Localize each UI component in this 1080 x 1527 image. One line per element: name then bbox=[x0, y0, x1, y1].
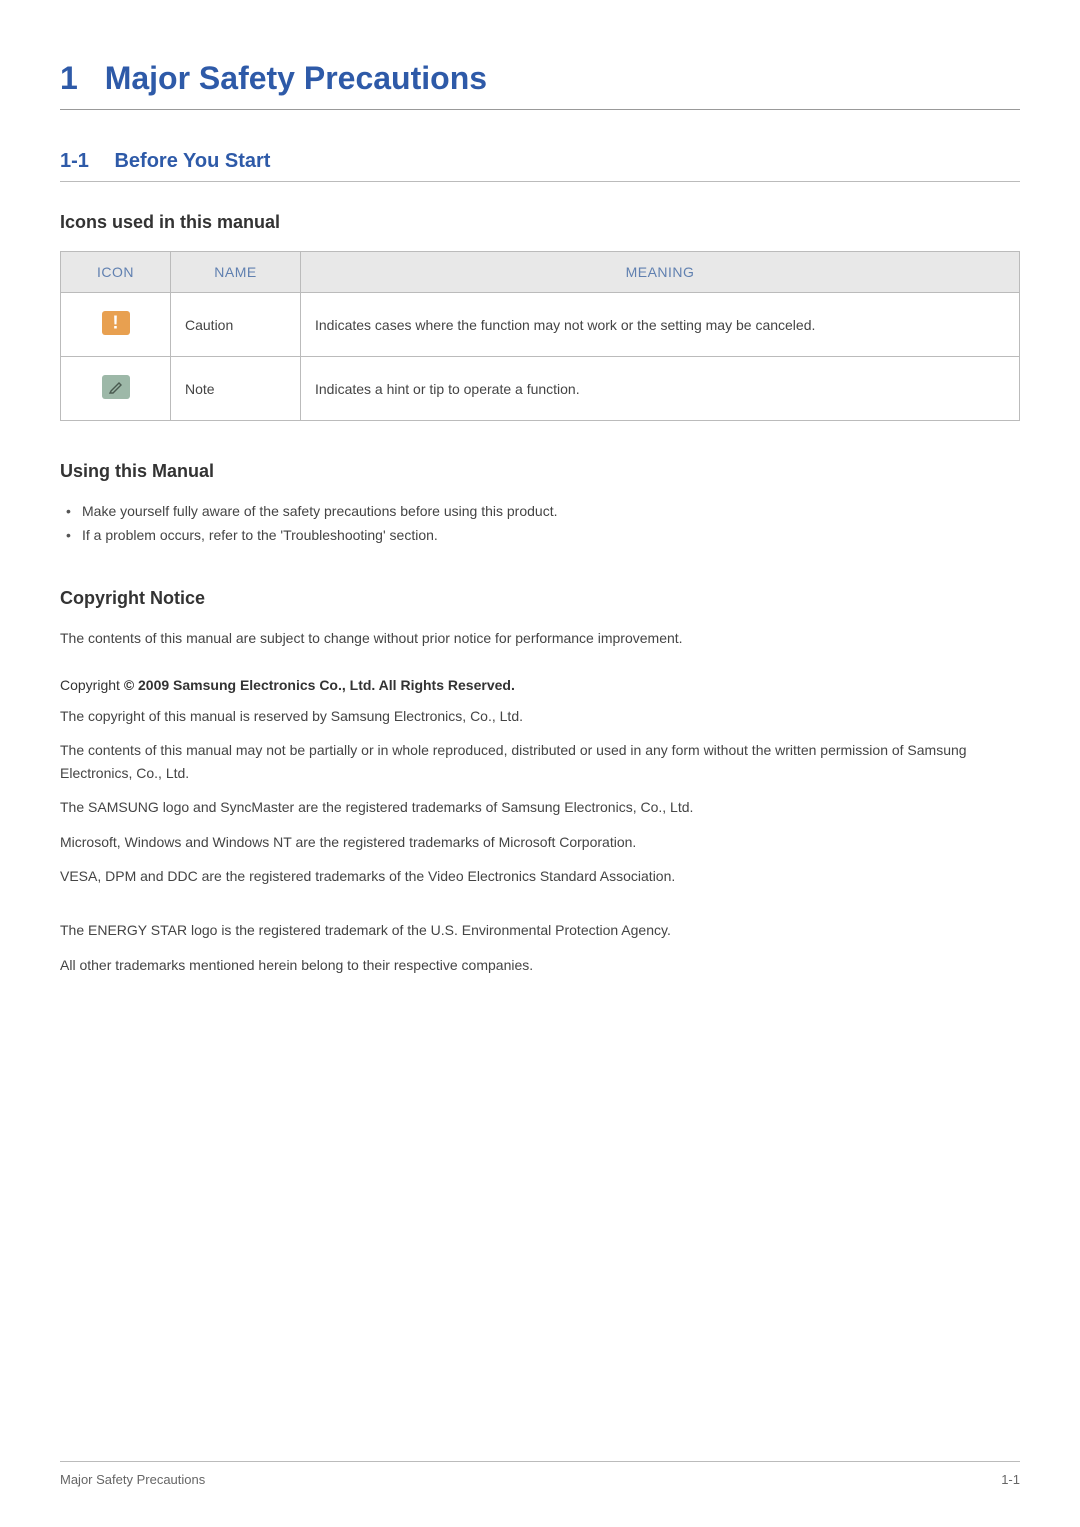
copyright-tail: The ENERGY STAR logo is the registered t… bbox=[60, 919, 1020, 941]
footer-right: 1-1 bbox=[1001, 1472, 1020, 1487]
copyright-line: Copyright © 2009 Samsung Electronics Co.… bbox=[60, 677, 1020, 693]
list-item: If a problem occurs, refer to the 'Troub… bbox=[60, 524, 1020, 548]
th-name: NAME bbox=[171, 252, 301, 293]
copyright-bold-text: © 2009 Samsung Electronics Co., Ltd. All… bbox=[124, 677, 515, 693]
caution-icon bbox=[102, 311, 130, 335]
copyright-prefix: Copyright bbox=[60, 677, 124, 693]
section-title: 1-1 Before You Start bbox=[60, 150, 1020, 182]
copyright-para: The SAMSUNG logo and SyncMaster are the … bbox=[60, 796, 1020, 818]
icons-heading: Icons used in this manual bbox=[60, 212, 1020, 233]
page-footer: Major Safety Precautions 1-1 bbox=[60, 1461, 1020, 1487]
copyright-para: The contents of this manual may not be p… bbox=[60, 739, 1020, 784]
name-cell: Note bbox=[171, 357, 301, 421]
table-row: Caution Indicates cases where the functi… bbox=[61, 293, 1020, 357]
icons-table: ICON NAME MEANING Caution Indicates case… bbox=[60, 251, 1020, 421]
copyright-tail: All other trademarks mentioned herein be… bbox=[60, 954, 1020, 976]
meaning-cell: Indicates cases where the function may n… bbox=[301, 293, 1020, 357]
section-title-text: Before You Start bbox=[114, 150, 270, 172]
copyright-intro: The contents of this manual are subject … bbox=[60, 627, 1020, 649]
section-number: 1-1 bbox=[60, 150, 89, 172]
icon-cell bbox=[61, 357, 171, 421]
th-icon: ICON bbox=[61, 252, 171, 293]
table-row: Note Indicates a hint or tip to operate … bbox=[61, 357, 1020, 421]
copyright-para: The copyright of this manual is reserved… bbox=[60, 705, 1020, 727]
th-meaning: MEANING bbox=[301, 252, 1020, 293]
copyright-para: VESA, DPM and DDC are the registered tra… bbox=[60, 865, 1020, 887]
using-manual-list: Make yourself fully aware of the safety … bbox=[60, 500, 1020, 548]
chapter-title-text: Major Safety Precautions bbox=[105, 60, 487, 96]
chapter-number: 1 bbox=[60, 60, 78, 96]
copyright-heading: Copyright Notice bbox=[60, 588, 1020, 609]
copyright-para: Microsoft, Windows and Windows NT are th… bbox=[60, 831, 1020, 853]
note-icon bbox=[102, 375, 130, 399]
footer-left: Major Safety Precautions bbox=[60, 1472, 205, 1487]
meaning-cell: Indicates a hint or tip to operate a fun… bbox=[301, 357, 1020, 421]
chapter-title: 1 Major Safety Precautions bbox=[60, 60, 1020, 110]
icon-cell bbox=[61, 293, 171, 357]
name-cell: Caution bbox=[171, 293, 301, 357]
list-item: Make yourself fully aware of the safety … bbox=[60, 500, 1020, 524]
using-manual-heading: Using this Manual bbox=[60, 461, 1020, 482]
